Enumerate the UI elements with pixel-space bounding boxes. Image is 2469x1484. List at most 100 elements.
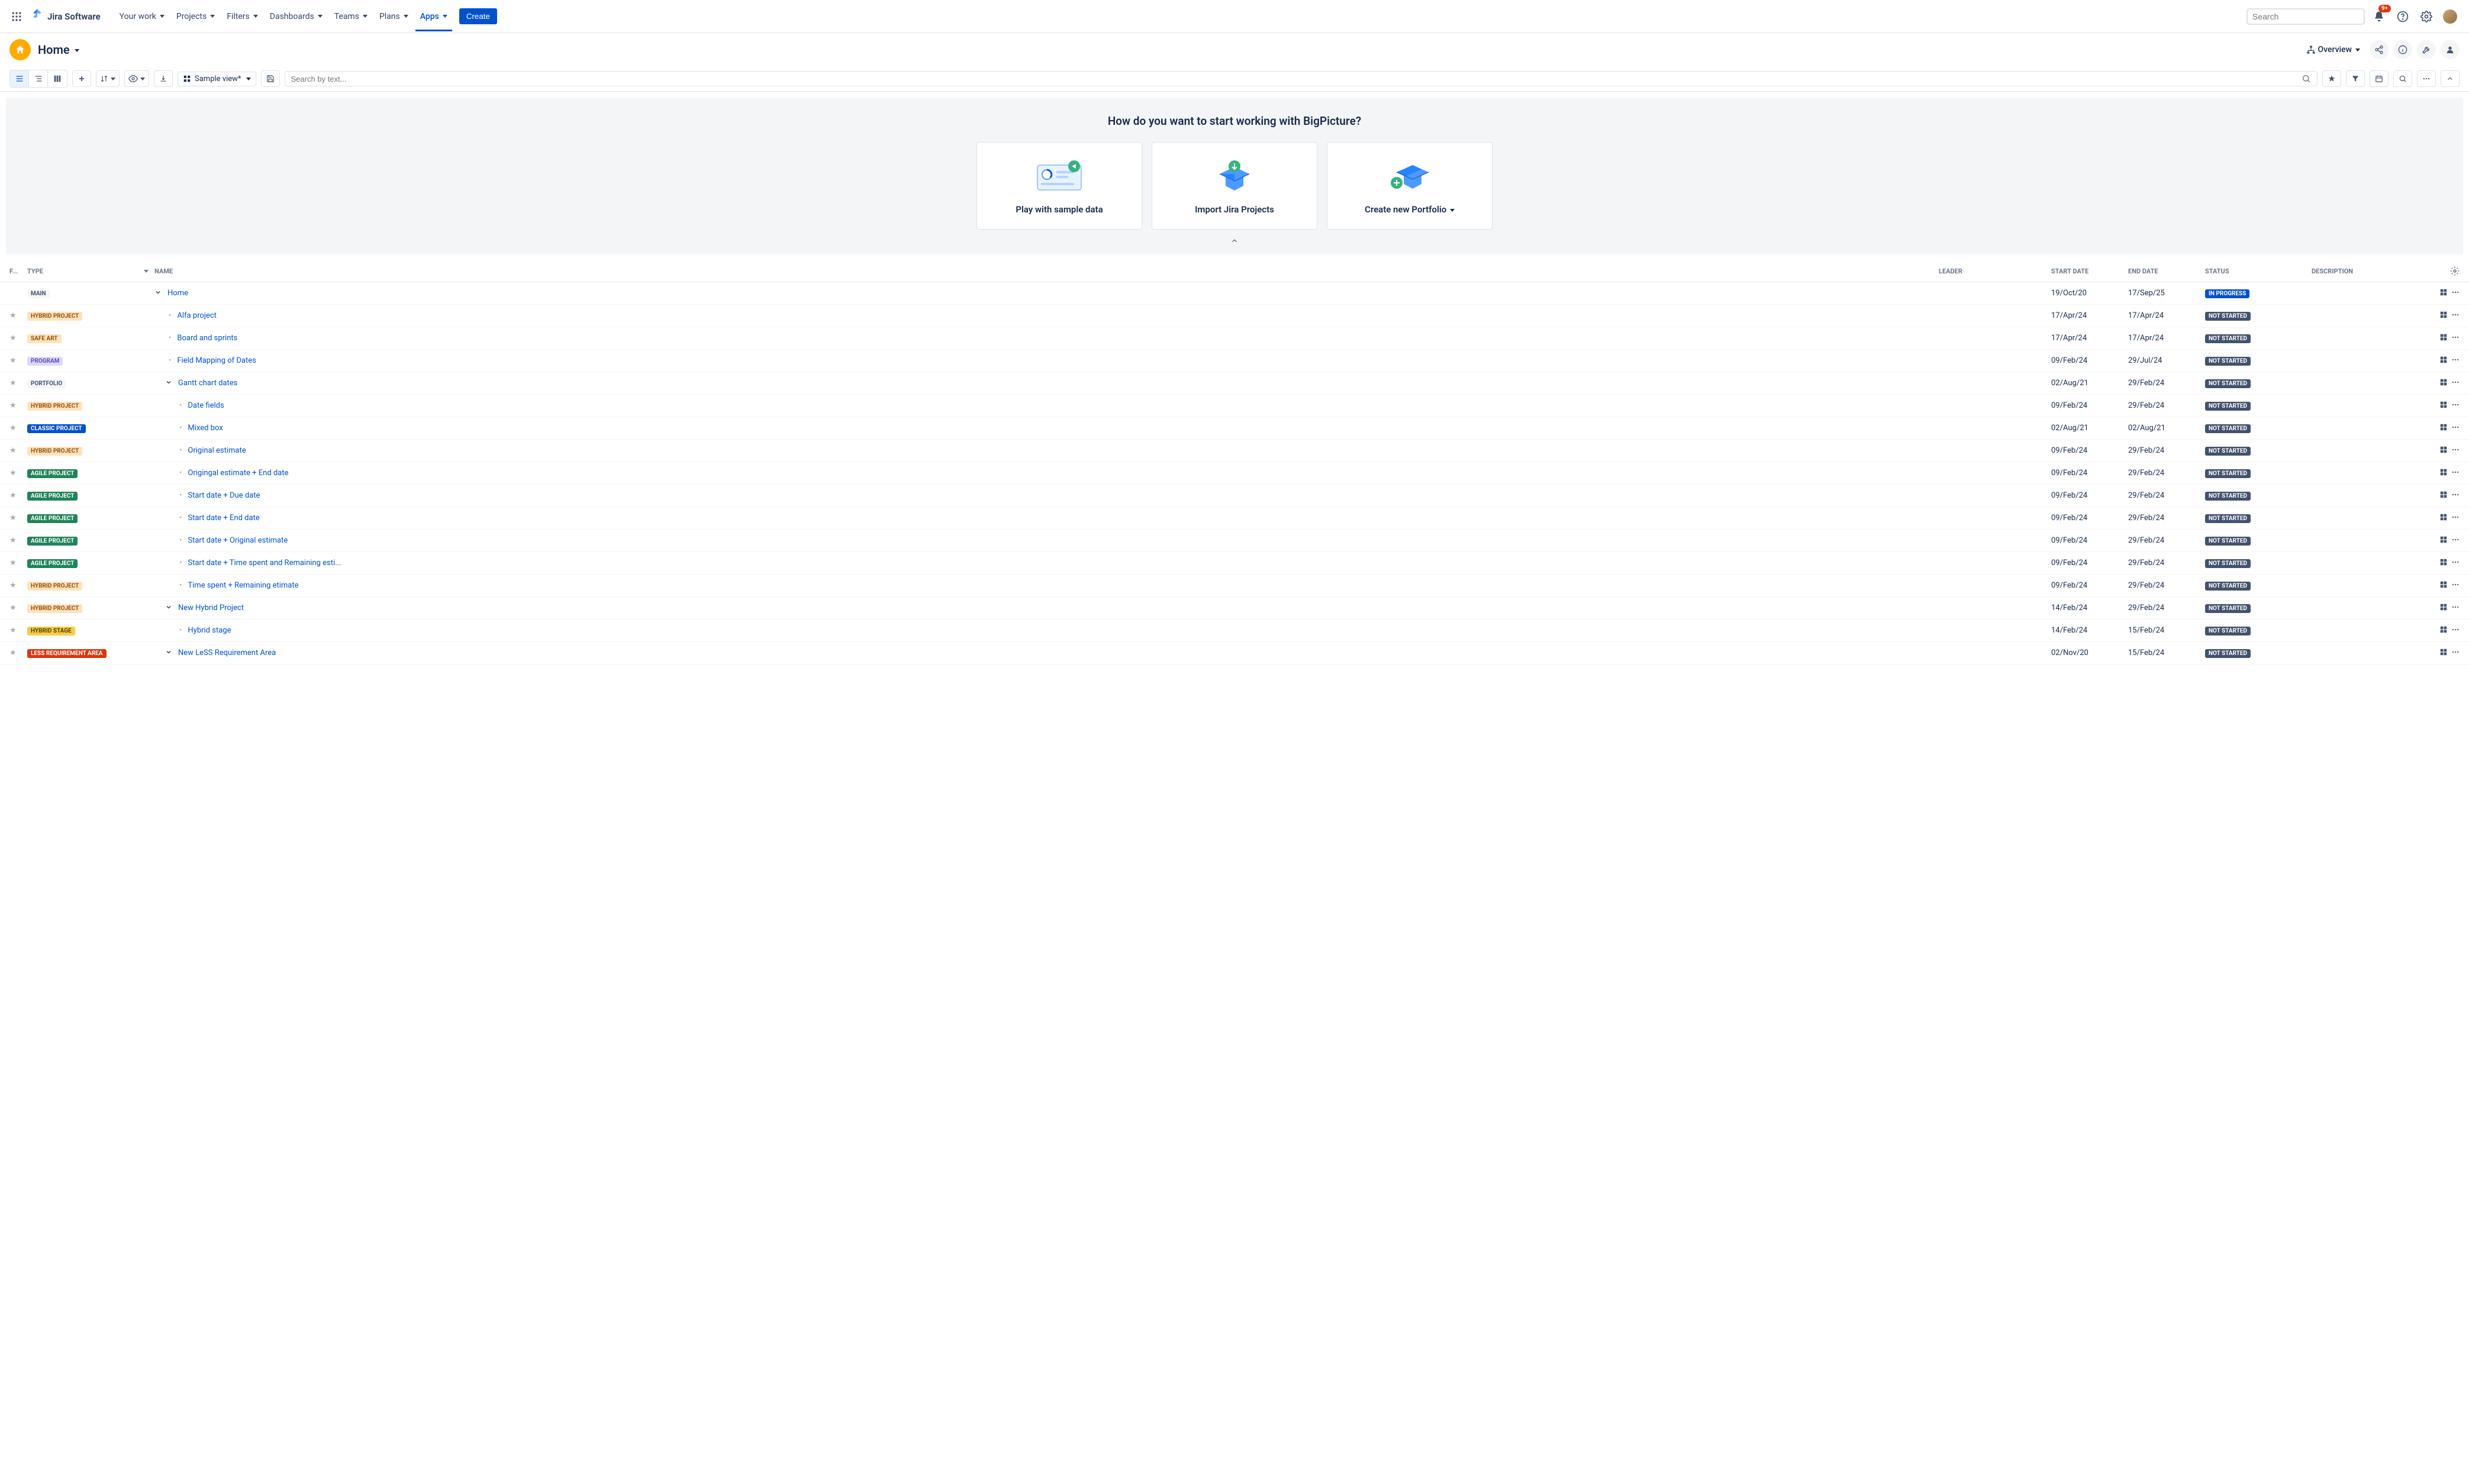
more-icon[interactable] — [2451, 311, 2460, 321]
search-icon[interactable] — [2302, 74, 2311, 83]
more-icon[interactable] — [2451, 648, 2460, 659]
filter-button[interactable] — [2346, 70, 2365, 87]
star-icon[interactable]: ★ — [9, 604, 17, 612]
expand-caret-icon[interactable] — [154, 289, 162, 298]
settings-button[interactable] — [2417, 7, 2436, 26]
table-row[interactable]: ★LESS REQUIREMENT AREANew LeSS Requireme… — [0, 642, 2469, 664]
more-icon[interactable] — [2451, 356, 2460, 366]
share-button[interactable] — [2370, 40, 2389, 59]
row-name[interactable]: •Start date + Due date — [154, 491, 1939, 500]
col-header-start[interactable]: START DATE — [2051, 267, 2128, 275]
collapse-banner-button[interactable] — [15, 237, 2454, 247]
row-name[interactable]: •Start date + Original estimate — [154, 536, 1939, 545]
grid-icon[interactable] — [2439, 558, 2448, 569]
grid-icon[interactable] — [2439, 423, 2448, 434]
global-search[interactable] — [2246, 8, 2365, 25]
more-icon[interactable] — [2451, 378, 2460, 389]
notifications-button[interactable]: 9+ — [2370, 7, 2389, 26]
nav-item-apps[interactable]: Apps — [415, 8, 452, 25]
more-icon[interactable] — [2451, 625, 2460, 636]
col-header-fav[interactable]: F... — [9, 267, 27, 275]
text-filter-input[interactable] — [291, 75, 2302, 83]
card-create-portfolio[interactable]: Create new Portfolio — [1327, 142, 1493, 230]
more-icon[interactable] — [2451, 423, 2460, 434]
row-name[interactable]: Gantt chart dates — [154, 379, 1939, 388]
grid-icon[interactable] — [2439, 311, 2448, 321]
search-toggle[interactable] — [2393, 70, 2412, 87]
row-name[interactable]: •Field Mapping of Dates — [154, 356, 1939, 365]
profile-avatar[interactable] — [2441, 7, 2460, 26]
table-settings-button[interactable] — [2424, 266, 2460, 276]
nav-item-your-work[interactable]: Your work — [115, 8, 169, 25]
col-header-leader[interactable]: LEADER — [1939, 267, 2051, 275]
grid-icon[interactable] — [2439, 333, 2448, 344]
star-icon[interactable]: ★ — [9, 469, 17, 478]
more-icon[interactable] — [2451, 535, 2460, 546]
add-button[interactable] — [72, 70, 91, 87]
row-name[interactable]: •Hybrid stage — [154, 626, 1939, 635]
table-row[interactable]: ★PORTFOLIOGantt chart dates02/Aug/2129/F… — [0, 372, 2469, 395]
overview-dropdown[interactable]: Overview — [2302, 41, 2365, 58]
card-import-jira[interactable]: Import Jira Projects — [1152, 142, 1317, 230]
table-row[interactable]: ★HYBRID PROJECT•Original estimate09/Feb/… — [0, 440, 2469, 462]
help-button[interactable] — [2393, 7, 2412, 26]
table-row[interactable]: ★AGILE PROJECT•Start date + End date09/F… — [0, 507, 2469, 530]
star-icon[interactable]: ★ — [9, 626, 17, 635]
expand-caret-icon[interactable] — [165, 604, 172, 613]
row-name[interactable]: •Original estimate — [154, 446, 1939, 455]
grid-icon[interactable] — [2439, 491, 2448, 501]
star-icon[interactable]: ★ — [9, 311, 17, 320]
table-row[interactable]: ★AGILE PROJECT•Start date + Original est… — [0, 530, 2469, 552]
table-row[interactable]: ★HYBRID PROJECT•Date fields09/Feb/2429/F… — [0, 395, 2469, 417]
table-row[interactable]: ★HYBRID PROJECT•Time spent + Remaining e… — [0, 575, 2469, 597]
more-icon[interactable] — [2451, 333, 2460, 344]
table-row[interactable]: ★PROGRAM•Field Mapping of Dates09/Feb/24… — [0, 350, 2469, 372]
expand-caret-icon[interactable] — [165, 649, 172, 658]
favorites-toggle[interactable] — [2322, 70, 2341, 87]
more-icon[interactable] — [2451, 288, 2460, 299]
nav-item-teams[interactable]: Teams — [330, 8, 372, 25]
more-icon[interactable] — [2451, 491, 2460, 501]
nav-item-filters[interactable]: Filters — [222, 8, 263, 25]
grid-icon[interactable] — [2439, 625, 2448, 636]
table-row[interactable]: ★CLASSIC PROJECT•Mixed box02/Aug/2102/Au… — [0, 417, 2469, 440]
table-row[interactable]: MAINHome19/Oct/2017/Sep/25IN PROGRESS — [0, 282, 2469, 305]
global-search-input[interactable] — [2252, 12, 2360, 21]
card-sample-data[interactable]: Play with sample data — [976, 142, 1142, 230]
home-circle-icon[interactable] — [9, 39, 31, 60]
row-name[interactable]: Home — [154, 289, 1939, 298]
more-icon[interactable] — [2451, 513, 2460, 524]
star-icon[interactable]: ★ — [9, 379, 17, 388]
row-name[interactable]: •Date fields — [154, 401, 1939, 410]
col-header-status[interactable]: STATUS — [2205, 267, 2312, 275]
table-row[interactable]: ★HYBRID STAGE•Hybrid stage14/Feb/2415/Fe… — [0, 620, 2469, 642]
grid-icon[interactable] — [2439, 468, 2448, 479]
row-name[interactable]: •Start date + Time spent and Remaining e… — [154, 559, 1939, 567]
table-row[interactable]: ★AGILE PROJECT•Start date + Due date09/F… — [0, 485, 2469, 507]
wrench-button[interactable] — [2417, 40, 2436, 59]
star-icon[interactable]: ★ — [9, 514, 17, 522]
grid-icon[interactable] — [2439, 378, 2448, 389]
grid-icon[interactable] — [2439, 603, 2448, 614]
visibility-button[interactable] — [124, 70, 149, 87]
row-name[interactable]: •Origingal estimate + End date — [154, 469, 1939, 478]
grid-icon[interactable] — [2439, 535, 2448, 546]
nav-item-projects[interactable]: Projects — [172, 8, 220, 25]
table-row[interactable]: ★SAFE ART•Board and sprints17/Apr/2417/A… — [0, 327, 2469, 350]
indent-view-button[interactable] — [29, 70, 48, 87]
more-icon[interactable] — [2451, 558, 2460, 569]
column-view-button[interactable] — [48, 70, 67, 87]
grid-icon[interactable] — [2439, 288, 2448, 299]
row-name[interactable]: •Time spent + Remaining etimate — [154, 581, 1939, 590]
view-selector[interactable]: Sample view* — [178, 72, 256, 86]
row-name[interactable]: •Start date + End date — [154, 514, 1939, 522]
more-button[interactable] — [2417, 70, 2436, 87]
user-button[interactable] — [2441, 40, 2460, 59]
grid-icon[interactable] — [2439, 356, 2448, 366]
collapse-toolbar-button[interactable] — [2441, 70, 2460, 87]
page-title[interactable]: Home — [38, 43, 79, 57]
more-icon[interactable] — [2451, 401, 2460, 411]
col-header-end[interactable]: END DATE — [2128, 267, 2205, 275]
list-view-button[interactable] — [10, 70, 29, 87]
info-button[interactable] — [2393, 40, 2412, 59]
